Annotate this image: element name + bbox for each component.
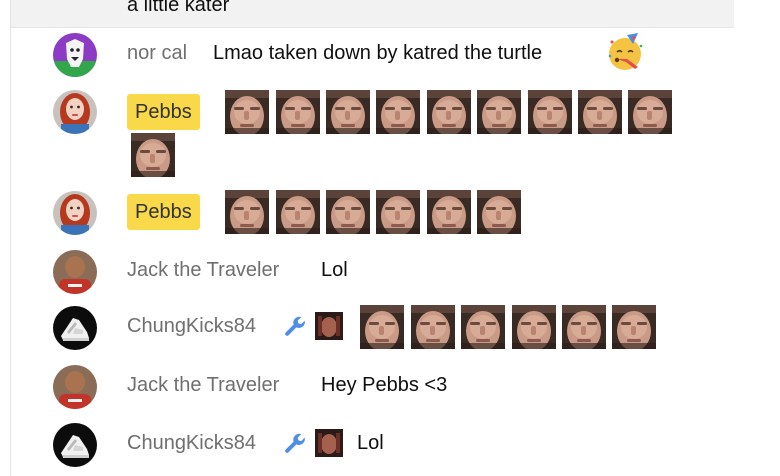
party-face-icon [605,32,645,72]
face-emote-icon [225,90,269,134]
face-emote-icon [411,305,455,349]
avatar[interactable] [53,250,97,294]
message-text: Hey Pebbs <3 [321,374,448,396]
sneaker-avatar-icon [53,306,97,350]
avatar[interactable] [53,423,97,467]
message-text: Lol [321,259,348,281]
chat-message: Jack the Traveler Lol [11,245,734,300]
message-text: Lol [357,432,384,454]
author-name[interactable]: ChungKicks84 [127,315,256,338]
face-emote-icon [512,305,556,349]
author-name[interactable]: Jack the Traveler [127,374,279,397]
face-emote-icon [528,90,572,134]
man-avatar-icon [53,250,97,294]
face-emote-icon [326,190,370,234]
previous-message-text: a little kater [127,0,230,16]
member-badge-icon [315,429,343,457]
wrench-icon [283,314,307,338]
chat-message: ChungKicks84 Lol [11,416,734,476]
man-avatar-icon [53,365,97,409]
author-name-member[interactable]: Pebbs [127,194,200,230]
avatar[interactable] [53,191,97,235]
wrench-icon [283,431,307,455]
face-emote-icon [612,305,656,349]
avatar[interactable] [53,33,97,77]
face-emote-icon [427,190,471,234]
face-emote-icon [326,90,370,134]
chat-panel[interactable]: a little kater nor cal Lmao taken down b… [10,0,735,476]
avatar[interactable] [53,90,97,134]
face-emote-icon [461,305,505,349]
face-emote-icon [360,305,404,349]
message-text: Lmao taken down by katred the turtle [213,42,543,64]
chat-message: ChungKicks84 [11,300,734,360]
chat-message: nor cal Lmao taken down by katred the tu… [11,27,734,85]
author-name-member[interactable]: Pebbs [127,94,200,130]
face-emote-icon [477,90,521,134]
avatar[interactable] [53,306,97,350]
face-emote-icon [477,190,521,234]
face-emote-icon [628,90,672,134]
page-margin [734,0,780,476]
face-emote-icon [131,133,175,177]
face-emote-icon [225,190,269,234]
author-name[interactable]: nor cal [127,42,187,65]
red-hair-avatar-icon [53,191,97,235]
author-name[interactable]: ChungKicks84 [127,432,256,455]
chat-message: Pebbs [11,185,734,245]
face-emote-icon [276,90,320,134]
face-emote-icon [376,190,420,234]
avatar[interactable] [53,365,97,409]
nor-cal-avatar-icon [53,33,97,77]
sneaker-avatar-icon [53,423,97,467]
face-emote-icon [562,305,606,349]
face-emote-icon [427,90,471,134]
face-emote-icon [578,90,622,134]
member-badge-icon [315,312,343,340]
face-emote-icon [376,90,420,134]
red-hair-avatar-icon [53,90,97,134]
chat-message: Jack the Traveler Hey Pebbs <3 [11,360,734,416]
face-emote-icon [276,190,320,234]
author-name[interactable]: Jack the Traveler [127,259,279,282]
chat-message: Pebbs [11,85,734,185]
previous-message: a little kater [11,0,734,28]
